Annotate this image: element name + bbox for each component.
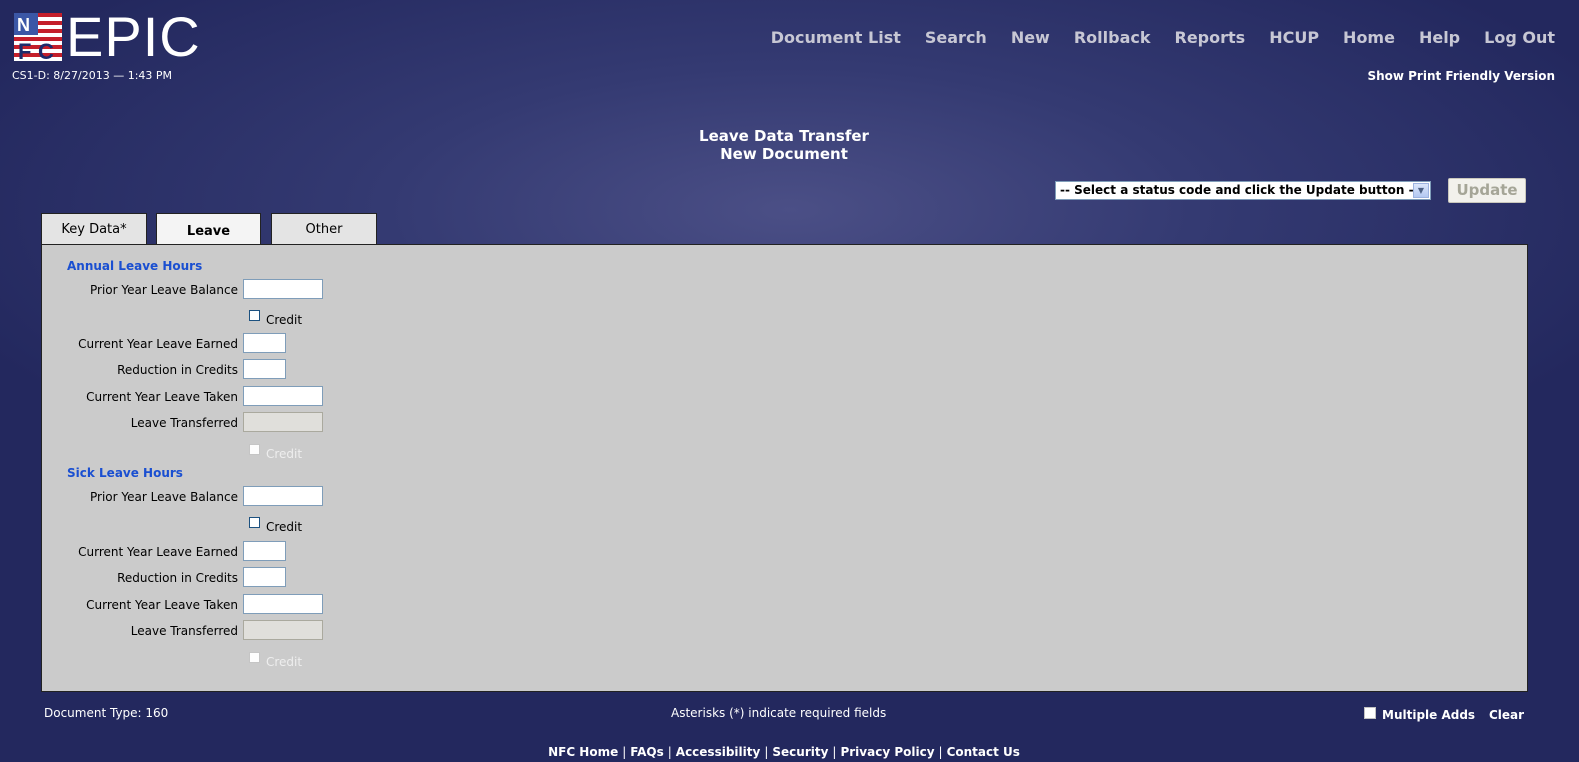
sick-prior-credit-checkbox[interactable] [249, 517, 260, 528]
sick-current-taken-label: Current Year Leave Taken [86, 598, 238, 612]
nav-home[interactable]: Home [1343, 28, 1395, 47]
nav-help[interactable]: Help [1419, 28, 1460, 47]
sick-current-earned-input[interactable] [243, 541, 286, 561]
sick-transferred-credit-label: Credit [266, 655, 303, 669]
logo-letter-f: F [18, 39, 31, 61]
footer-security[interactable]: Security [772, 745, 828, 759]
footer-nfc-home[interactable]: NFC Home [548, 745, 618, 759]
footer-faqs[interactable]: FAQs [630, 745, 663, 759]
sick-reduction-label: Reduction in Credits [117, 571, 238, 585]
document-type: Document Type: 160 [44, 706, 169, 720]
annual-prior-balance-label: Prior Year Leave Balance [90, 283, 238, 297]
page-title: Leave Data Transfer New Document [0, 127, 1568, 163]
sick-prior-credit-label: Credit [266, 520, 303, 534]
nfc-flag-logo-icon: N F C [14, 13, 62, 61]
status-code-selected: -- Select a status code and click the Up… [1060, 183, 1419, 197]
annual-reduction-label: Reduction in Credits [117, 363, 238, 377]
update-button[interactable]: Update [1448, 178, 1526, 203]
status-code-select[interactable]: -- Select a status code and click the Up… [1055, 181, 1431, 200]
annual-transferred-input [243, 412, 323, 432]
print-friendly-link[interactable]: Show Print Friendly Version [1367, 69, 1555, 83]
footer-links: NFC Home | FAQs | Accessibility | Security | Pri… [548, 745, 1020, 759]
annual-current-earned-label: Current Year Leave Earned [78, 337, 238, 351]
annual-transferred-credit-label: Credit [266, 447, 303, 461]
annual-prior-credit-checkbox[interactable] [249, 310, 260, 321]
sick-transferred-label: Leave Transferred [130, 624, 238, 638]
nav-reports[interactable]: Reports [1175, 28, 1246, 47]
sick-current-taken-input[interactable] [243, 594, 323, 614]
page-title-main: Leave Data Transfer [699, 127, 869, 145]
sick-current-earned-label: Current Year Leave Earned [78, 545, 238, 559]
logo-text: EPIC [66, 5, 201, 68]
nav-search[interactable]: Search [925, 28, 987, 47]
leave-form-panel: Annual Leave Hours Prior Year Leave Bala… [41, 244, 1528, 692]
annual-transferred-label: Leave Transferred [130, 416, 238, 430]
logo-letter-c: C [38, 39, 54, 61]
session-timestamp: CS1-D: 8/27/2013 — 1:43 PM [12, 69, 173, 82]
sick-transferred-credit-checkbox [249, 652, 260, 663]
tab-leave[interactable]: Leave [156, 213, 261, 247]
sick-transferred-input [243, 620, 323, 640]
nav-document-list[interactable]: Document List [771, 28, 901, 47]
multiple-adds-label: Multiple Adds [1382, 708, 1476, 722]
annual-current-taken-input[interactable] [243, 386, 323, 406]
page-title-sub: New Document [720, 145, 848, 163]
nav-log-out[interactable]: Log Out [1484, 28, 1555, 47]
annual-transferred-credit-checkbox [249, 444, 260, 455]
top-nav: Document List Search New Rollback Report… [771, 28, 1555, 47]
epic-logo: N F C EPIC [14, 5, 201, 68]
sick-prior-balance-label: Prior Year Leave Balance [90, 490, 238, 504]
annual-leave-heading: Annual Leave Hours [67, 259, 203, 273]
multiple-adds-checkbox[interactable] [1364, 707, 1376, 719]
footer-accessibility[interactable]: Accessibility [676, 745, 761, 759]
sick-leave-heading: Sick Leave Hours [67, 466, 183, 480]
clear-link[interactable]: Clear [1489, 708, 1524, 722]
annual-current-taken-label: Current Year Leave Taken [86, 390, 238, 404]
sick-prior-balance-input[interactable] [243, 486, 323, 506]
annual-reduction-input[interactable] [243, 359, 286, 379]
chevron-down-icon[interactable]: ▼ [1413, 183, 1429, 198]
tab-other[interactable]: Other [271, 213, 377, 245]
nav-new[interactable]: New [1011, 28, 1050, 47]
annual-prior-balance-input[interactable] [243, 279, 323, 299]
required-fields-note: Asterisks (*) indicate required fields [671, 706, 887, 720]
footer-privacy-policy[interactable]: Privacy Policy [840, 745, 934, 759]
footer-contact-us[interactable]: Contact Us [947, 745, 1020, 759]
tab-key-data[interactable]: Key Data* [41, 213, 147, 245]
nav-hcup[interactable]: HCUP [1269, 28, 1319, 47]
annual-prior-credit-label: Credit [266, 313, 303, 327]
nav-rollback[interactable]: Rollback [1074, 28, 1151, 47]
sick-reduction-input[interactable] [243, 567, 286, 587]
annual-current-earned-input[interactable] [243, 333, 286, 353]
logo-letter-n: N [17, 15, 30, 35]
